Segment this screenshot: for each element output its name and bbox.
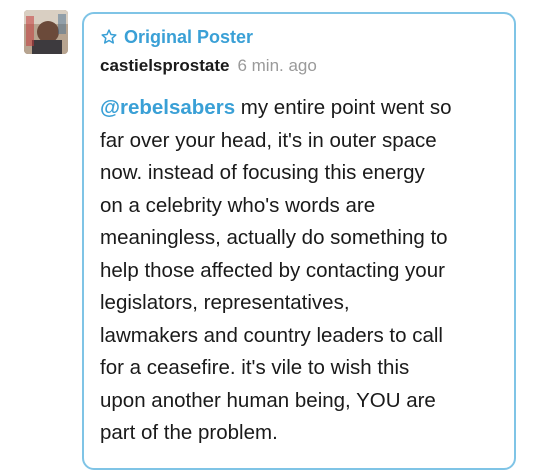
timestamp[interactable]: 6 min. ago [237,56,316,76]
reply-line: help those affected by contacting your [100,258,445,282]
reply-card: Original Poster castielsprostate 6 min. … [82,12,516,470]
reply-line: lawmakers and country leaders to call [100,323,443,347]
reply-line: now. instead of focusing this energy [100,161,425,184]
reply-line: on a celebrity who's words are [100,193,376,217]
post-meta: castielsprostate 6 min. ago [100,56,317,76]
avatar-image [24,10,68,54]
username-link[interactable]: castielsprostate [100,56,229,76]
star-outline-icon [100,28,118,46]
reply-line: meaningless, actually do something to [100,226,448,249]
reply-line: part of the problem. [100,421,278,444]
original-poster-badge: Original Poster [100,24,253,50]
reply-line: @rebelsabers my entire point went so [100,92,504,125]
avatar[interactable] [24,10,68,54]
reply-line-text: my entire point went so [235,96,452,119]
reply-body: @rebelsabers my entire point went so far… [100,92,504,450]
reply-line: legislators, representatives, [100,291,350,314]
reply-line: for a ceasefire. it's vile to wish this [100,356,410,379]
original-poster-label: Original Poster [124,26,254,47]
mention-link[interactable]: @rebelsabers [100,96,235,119]
reply-line: far over your head, it's in outer space [100,128,437,152]
reply-line: upon another human being, YOU are [100,388,436,412]
